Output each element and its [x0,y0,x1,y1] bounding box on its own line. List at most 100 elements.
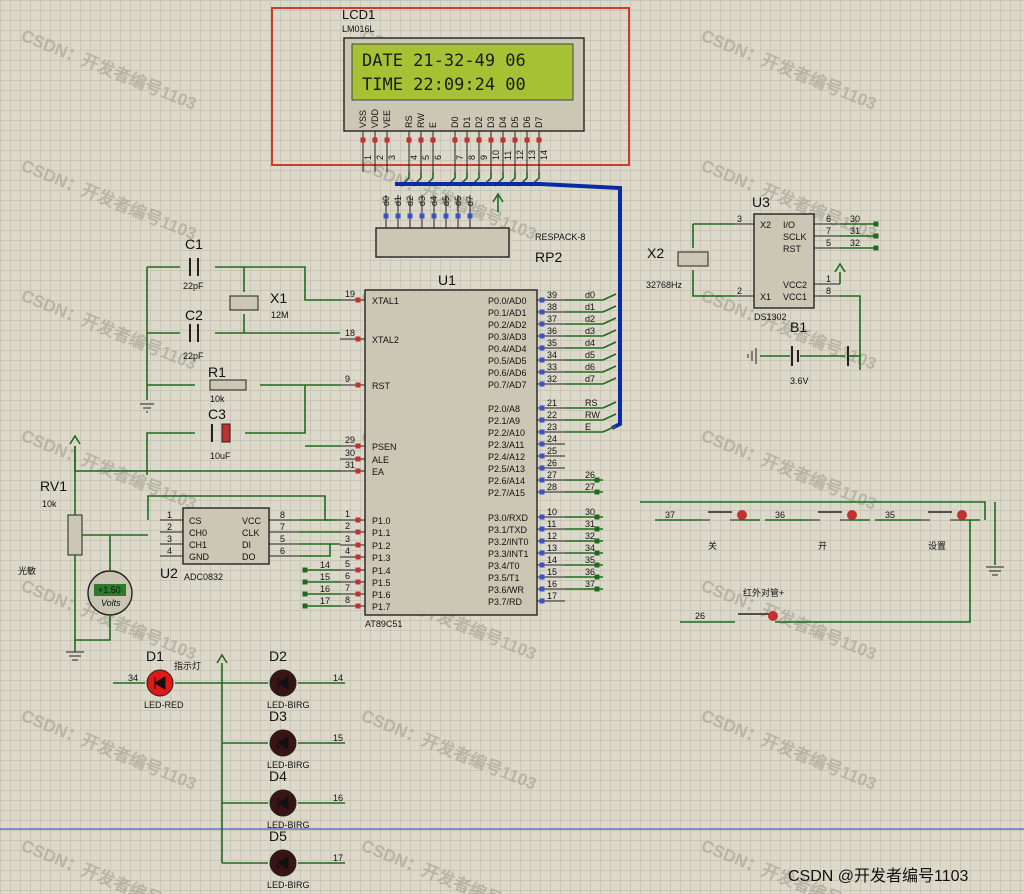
u1-pin-num: 18 [345,328,355,338]
u2-pin-num: 6 [280,546,285,556]
rp2-body [375,227,510,258]
pin-dot [512,137,518,143]
pin-dot [383,213,389,219]
u1-net-label: 30 [585,507,595,517]
pin-dot [500,137,506,143]
r1-body [209,379,247,391]
u1-pin-name: P2.6/A14 [488,476,525,486]
u3-pin-name: X1 [760,292,771,302]
u3-pin-name: VCC2 [783,280,807,290]
lcd-pin-num: 6 [433,155,443,160]
pin-dot [355,579,361,585]
rv1-ref: RV1 [40,478,67,494]
x2-value: 32768Hz [646,280,683,290]
rp2-pin-name: d2 [405,196,415,206]
pin-dot [594,586,600,592]
u1-pin-name: P1.6 [372,590,391,600]
u1-net-label: d5 [585,350,595,360]
lcd-pin-num: 8 [467,155,477,160]
u1-pin-num: 29 [345,435,355,445]
watermark: CSDN：开发者编号1103 [19,155,200,244]
pin-dot [407,213,413,219]
c3-plate [221,423,231,443]
watermark: CSDN：开发者编号1103 [359,705,540,794]
watermark: CSDN：开发者编号1103 [699,425,880,514]
pin-dot [430,137,436,143]
u1-pin-num: 9 [345,374,350,384]
pin-dot [452,137,458,143]
lcd-pin-num: 5 [421,155,431,160]
pin-dot [539,598,545,604]
u1-pin-name: P2.1/A9 [488,416,520,426]
u1-ref: U1 [438,272,456,288]
lcd-pin-name: D1 [462,116,472,128]
u1-pin-num: 32 [547,374,557,384]
u1-pin-num: 7 [345,583,350,593]
u1-pin-num: 15 [547,567,557,577]
watermark: CSDN：开发者编号1103 [699,25,880,114]
c3-wire [245,385,306,434]
pin-dot [539,333,545,339]
u1-pin-num: 37 [547,314,557,324]
u1-pin-name: ALE [372,455,389,465]
u1-pin-num: 19 [345,289,355,299]
rp2-model: RESPACK-8 [535,232,585,242]
u1-pin-num: 17 [547,591,557,601]
watermark: CSDN：开发者编号1103 [19,835,200,894]
btn-common [640,501,986,520]
voltmeter-unit: Volts [101,598,121,608]
u2-do [300,544,331,557]
pin-dot [372,137,378,143]
x1-ref: X1 [270,290,287,306]
u1-net-label: 32 [585,531,595,541]
u3-pin-num: 5 [826,238,831,248]
u1-net-label: d6 [585,362,595,372]
u1-pin-name: P0.3/AD3 [488,332,527,342]
lcd-pin-num: 14 [539,150,549,160]
pin-dot [302,567,308,573]
led-net: 14 [333,673,343,683]
rp2-pin-name: d3 [417,196,427,206]
u2-pin-name: DO [242,552,256,562]
lcd-pin-name: D6 [522,116,532,128]
lcd-pin-name: D7 [534,116,544,128]
u2-pin-num: 5 [280,534,285,544]
u2-pin-num: 2 [167,522,172,532]
u1-pin-num: 31 [345,460,355,470]
pin-dot [355,567,361,573]
pin-dot [539,369,545,375]
lcd-pin-num: 4 [409,155,419,160]
u1-pin-name: P0.7/AD7 [488,380,527,390]
pin-dot [539,514,545,520]
u1-pin-num: 2 [345,521,350,531]
led-model: LED-BIRG [267,880,310,890]
u1-pin-name: P1.7 [372,602,391,612]
ir-wire [775,520,971,623]
pin-dot [539,465,545,471]
u2-model: ADC0832 [184,572,223,582]
lcd-pin-name: VEE [382,110,392,128]
ir-net: 26 [695,611,705,621]
u2-pin-name: VCC [242,516,262,526]
bus-entry [602,293,617,301]
u1-pin-name: P0.0/AD0 [488,296,527,306]
led-ref: D4 [269,768,287,784]
u1-pin-num: 3 [345,534,350,544]
u1-net-label: 34 [585,543,595,553]
pin-dot [355,542,361,548]
u1-net-label: d4 [585,338,595,348]
pin-dot [536,137,542,143]
p1-net-label: 15 [320,572,330,582]
u2-pin-name: CH0 [189,528,207,538]
u1-pin-num: 34 [547,350,557,360]
u1-pin-num: 16 [547,579,557,589]
pin-dot [539,417,545,423]
u1-model: AT89C51 [365,619,402,629]
lcd-pin-num: 11 [503,151,513,160]
u1-net-label: RS [585,398,598,408]
bus-entry [602,305,617,313]
pin-dot [539,405,545,411]
u1-pin-num: 24 [547,434,557,444]
u2-pin-num: 8 [280,510,285,520]
u1-pin-num: 14 [547,555,557,565]
